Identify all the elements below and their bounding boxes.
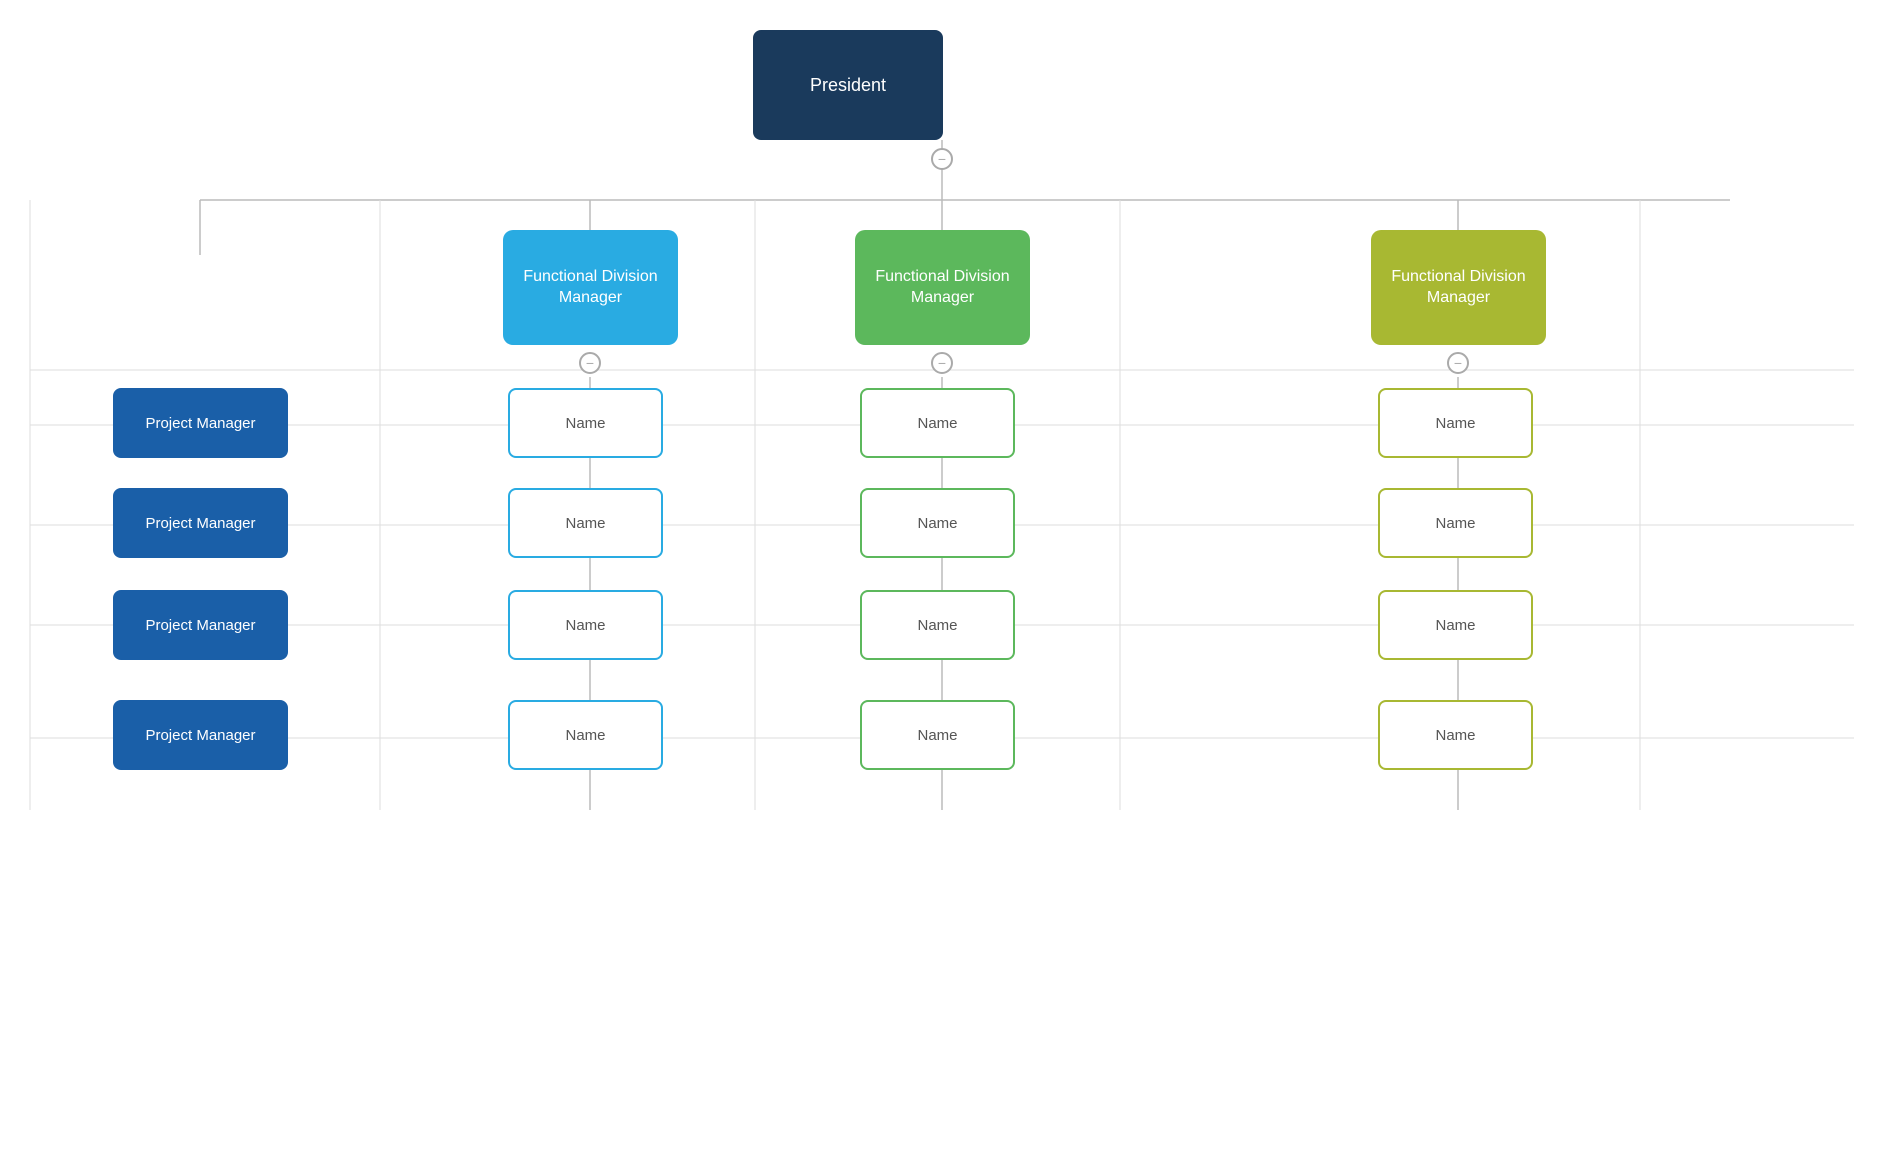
minus-icon: − <box>938 151 946 167</box>
name-green-2-label: Name <box>917 515 957 532</box>
name-cell-blue-4[interactable]: Name <box>508 700 663 770</box>
org-chart: President − Functional DivisionManager −… <box>0 0 1884 1158</box>
pm-4-label: Project Manager <box>145 727 255 744</box>
fdm-green-collapse-button[interactable]: − <box>931 352 953 374</box>
name-green-4-label: Name <box>917 727 957 744</box>
name-yg-1-label: Name <box>1435 415 1475 432</box>
fdm-blue-label: Functional DivisionManager <box>523 267 657 309</box>
name-cell-green-1[interactable]: Name <box>860 388 1015 458</box>
name-blue-3-label: Name <box>565 617 605 634</box>
name-cell-yg-4[interactable]: Name <box>1378 700 1533 770</box>
name-green-3-label: Name <box>917 617 957 634</box>
name-cell-yg-3[interactable]: Name <box>1378 590 1533 660</box>
name-yg-3-label: Name <box>1435 617 1475 634</box>
name-cell-blue-2[interactable]: Name <box>508 488 663 558</box>
name-cell-blue-3[interactable]: Name <box>508 590 663 660</box>
minus-icon: − <box>1454 355 1462 371</box>
fdm-yg-node[interactable]: Functional DivisionManager <box>1371 230 1546 345</box>
name-yg-2-label: Name <box>1435 515 1475 532</box>
project-manager-4[interactable]: Project Manager <box>113 700 288 770</box>
connector-lines <box>0 0 1884 1158</box>
minus-icon: − <box>586 355 594 371</box>
pm-3-label: Project Manager <box>145 617 255 634</box>
name-blue-4-label: Name <box>565 727 605 744</box>
fdm-blue-collapse-button[interactable]: − <box>579 352 601 374</box>
name-cell-yg-1[interactable]: Name <box>1378 388 1533 458</box>
project-manager-3[interactable]: Project Manager <box>113 590 288 660</box>
name-cell-blue-1[interactable]: Name <box>508 388 663 458</box>
minus-icon: − <box>938 355 946 371</box>
fdm-yg-collapse-button[interactable]: − <box>1447 352 1469 374</box>
name-cell-green-4[interactable]: Name <box>860 700 1015 770</box>
fdm-blue-node[interactable]: Functional DivisionManager <box>503 230 678 345</box>
president-label: President <box>810 75 886 96</box>
fdm-green-node[interactable]: Functional DivisionManager <box>855 230 1030 345</box>
name-blue-2-label: Name <box>565 515 605 532</box>
fdm-yg-label: Functional DivisionManager <box>1391 267 1525 309</box>
name-yg-4-label: Name <box>1435 727 1475 744</box>
pm-1-label: Project Manager <box>145 415 255 432</box>
fdm-green-label: Functional DivisionManager <box>875 267 1009 309</box>
name-green-1-label: Name <box>917 415 957 432</box>
project-manager-2[interactable]: Project Manager <box>113 488 288 558</box>
president-collapse-button[interactable]: − <box>931 148 953 170</box>
name-cell-yg-2[interactable]: Name <box>1378 488 1533 558</box>
name-blue-1-label: Name <box>565 415 605 432</box>
name-cell-green-2[interactable]: Name <box>860 488 1015 558</box>
pm-2-label: Project Manager <box>145 515 255 532</box>
president-node[interactable]: President <box>753 30 943 140</box>
project-manager-1[interactable]: Project Manager <box>113 388 288 458</box>
name-cell-green-3[interactable]: Name <box>860 590 1015 660</box>
